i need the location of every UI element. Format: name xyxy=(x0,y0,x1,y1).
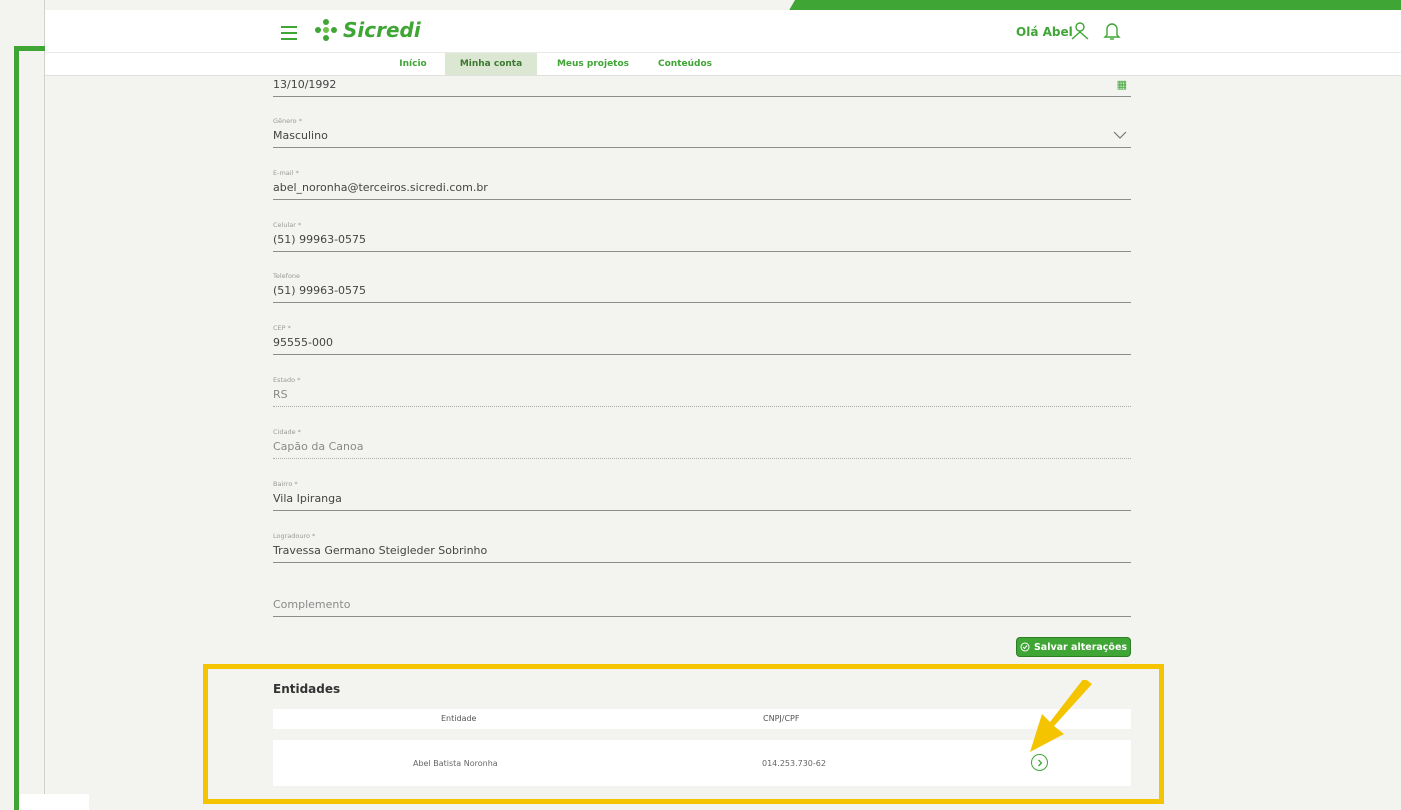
phone-field[interactable]: Telefone (51) 99963-0575 xyxy=(273,272,1131,303)
user-greeting: Olá Abel xyxy=(1016,25,1073,39)
email-field[interactable]: E-mail * abel_noronha@terceiros.sicredi.… xyxy=(273,169,1131,200)
field-underline xyxy=(273,354,1131,355)
cep-label: CEP * xyxy=(273,324,291,332)
entity-name: Abel Batista Noronha xyxy=(413,759,498,768)
decorative-top-bar xyxy=(789,0,1401,10)
entity-document: 014.253.730-62 xyxy=(762,759,826,768)
sicredi-logo[interactable]: Sicredi xyxy=(315,18,421,42)
field-underline xyxy=(273,96,1131,97)
save-changes-button[interactable]: Salvar alterações xyxy=(1016,637,1131,657)
state-field: Estado * RS xyxy=(273,376,1131,407)
field-underline xyxy=(273,406,1131,407)
top-header: Sicredi Olá Abel Início Minha conta Meus… xyxy=(45,10,1401,76)
field-underline xyxy=(273,302,1131,303)
city-label: Cidade * xyxy=(273,428,301,436)
district-value[interactable]: Vila Ipiranga xyxy=(273,490,1131,508)
email-label: E-mail * xyxy=(273,169,299,177)
nav-minha-conta[interactable]: Minha conta xyxy=(445,53,537,75)
mobile-field[interactable]: Celular * (51) 99963-0575 xyxy=(273,221,1131,252)
bell-icon[interactable] xyxy=(1103,21,1121,41)
annotation-arrow-icon xyxy=(1030,680,1092,752)
entities-table-header: Entidade CNPJ/CPF xyxy=(273,709,1131,729)
mobile-value[interactable]: (51) 99963-0575 xyxy=(273,231,1131,249)
field-underline xyxy=(273,616,1131,617)
city-field: Cidade * Capão da Canoa xyxy=(273,428,1131,459)
street-value[interactable]: Travessa Germano Steigleder Sobrinho xyxy=(273,542,1131,560)
phone-value[interactable]: (51) 99963-0575 xyxy=(273,282,1131,300)
table-row: Abel Batista Noronha 014.253.730-62 xyxy=(273,740,1131,786)
save-changes-label: Salvar alterações xyxy=(1033,641,1128,653)
field-underline xyxy=(273,147,1131,148)
state-value: RS xyxy=(273,388,288,401)
nav-inicio[interactable]: Início xyxy=(383,53,443,75)
column-document: CNPJ/CPF xyxy=(763,714,800,723)
cep-value[interactable]: 95555-000 xyxy=(273,334,1131,352)
complement-placeholder[interactable]: Complemento xyxy=(273,596,1131,614)
chevron-down-icon[interactable] xyxy=(1113,131,1127,139)
street-label: Logradouro * xyxy=(273,532,316,540)
phone-label: Telefone xyxy=(273,272,301,280)
district-label: Bairro * xyxy=(273,480,298,488)
district-field[interactable]: Bairro * Vila Ipiranga xyxy=(273,480,1131,511)
decorative-left-bar xyxy=(14,46,19,810)
birth-date-field[interactable]: 13/10/1992 ▦ xyxy=(273,76,1131,97)
street-field[interactable]: Logradouro * Travessa Germano Steigleder… xyxy=(273,532,1131,563)
page-edge-line xyxy=(44,0,45,794)
state-label: Estado * xyxy=(273,376,301,384)
mobile-label: Celular * xyxy=(273,221,302,229)
gender-value[interactable]: Masculino xyxy=(273,127,1131,145)
field-underline xyxy=(273,562,1131,563)
user-icon[interactable] xyxy=(1070,21,1090,41)
hamburger-menu-icon[interactable] xyxy=(281,26,297,40)
field-underline xyxy=(273,458,1131,459)
email-value[interactable]: abel_noronha@terceiros.sicredi.com.br xyxy=(273,179,1131,197)
main-nav: Início Minha conta Meus projetos Conteúd… xyxy=(45,53,1401,75)
nav-conteudos[interactable]: Conteúdos xyxy=(647,53,723,75)
city-value: Capão da Canoa xyxy=(273,440,364,453)
column-entity: Entidade xyxy=(441,714,477,723)
decorative-white-block xyxy=(19,794,89,810)
field-underline xyxy=(273,510,1131,511)
complement-field[interactable]: Complemento xyxy=(273,596,1131,617)
decorative-corner xyxy=(1391,0,1401,10)
check-circle-icon xyxy=(1020,642,1030,652)
gender-select[interactable]: Gênero * Masculino xyxy=(273,117,1131,148)
cep-field[interactable]: CEP * 95555-000 xyxy=(273,324,1131,355)
field-underline xyxy=(273,199,1131,200)
logo-text: Sicredi xyxy=(343,18,421,42)
calendar-icon[interactable]: ▦ xyxy=(1117,78,1127,91)
sicredi-logo-icon xyxy=(315,19,337,41)
gender-label: Gênero * xyxy=(273,117,302,125)
field-underline xyxy=(273,251,1131,252)
entities-title: Entidades xyxy=(273,682,341,696)
birth-date-value[interactable]: 13/10/1992 xyxy=(273,76,1131,94)
nav-meus-projetos[interactable]: Meus projetos xyxy=(541,53,645,75)
